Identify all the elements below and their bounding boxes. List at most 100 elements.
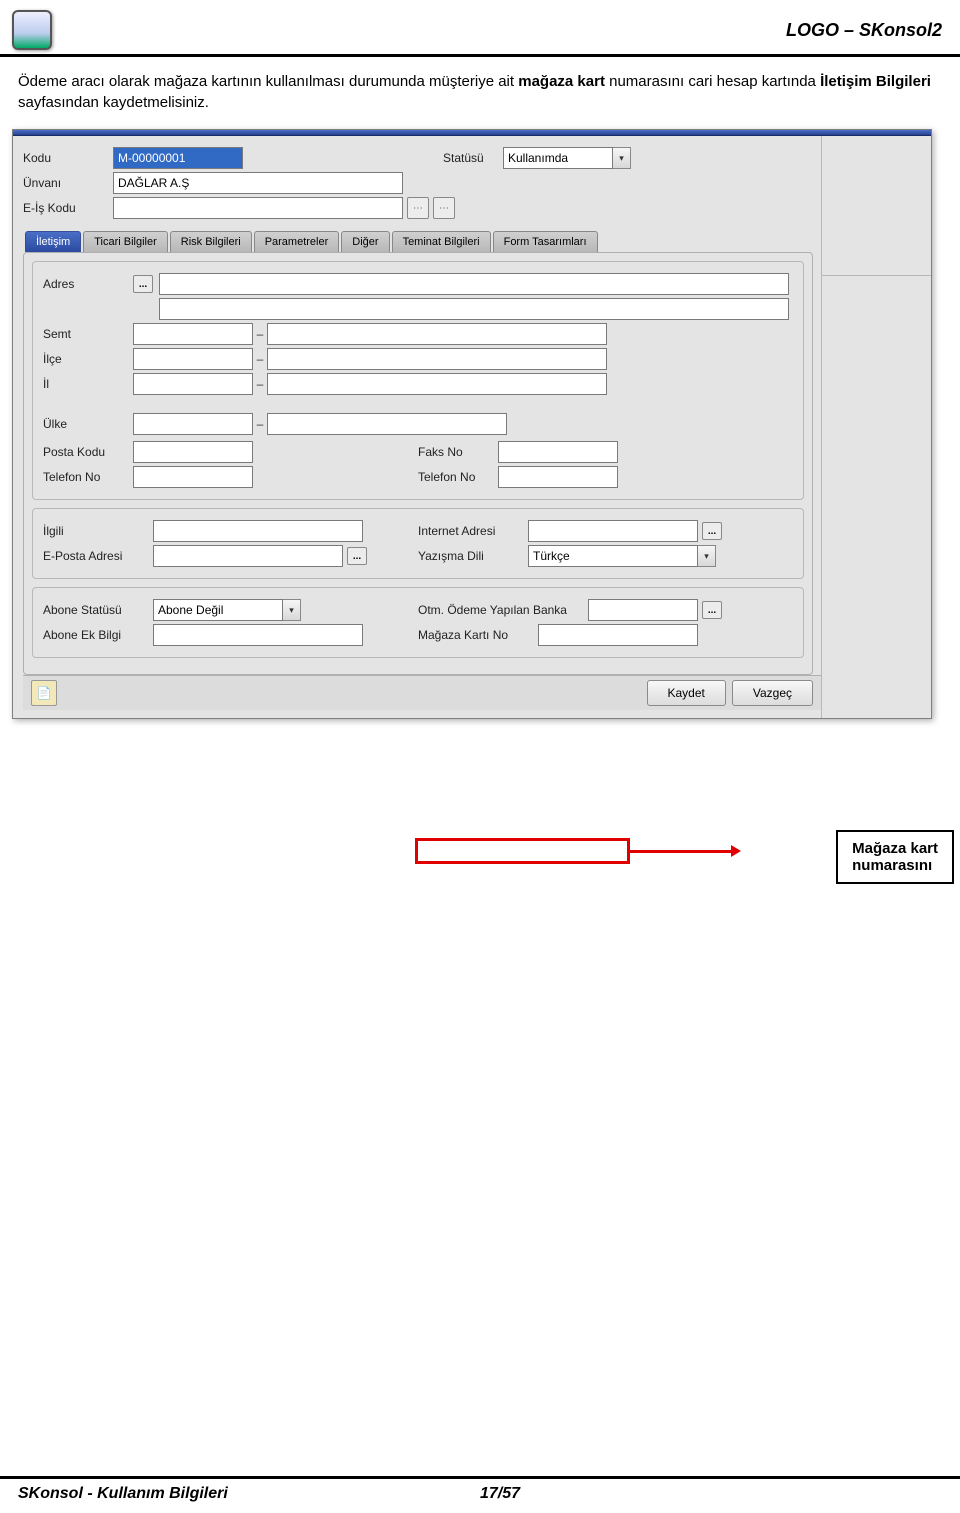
eposta-dots-button[interactable]: ... (347, 547, 367, 565)
tab-form-tasarimlari[interactable]: Form Tasarımları (493, 231, 598, 252)
body-text-b: numarasını cari hesap kartında (609, 73, 820, 90)
chevron-down-icon: ▾ (619, 153, 624, 164)
dots-icon: ... (708, 526, 716, 537)
tab-ticari-bilgiler[interactable]: Ticari Bilgiler (83, 231, 168, 252)
abone-statu-label: Abone Statüsü (43, 603, 153, 617)
chevron-down-icon: ▾ (289, 605, 294, 616)
sep: – (253, 377, 267, 391)
chevron-down-icon: ▾ (704, 551, 709, 562)
ulke-name-input[interactable] (267, 413, 507, 435)
callout-highlight-rect (415, 838, 630, 864)
unvan-label: Ünvanı (23, 176, 113, 190)
window-side-panel (821, 136, 931, 718)
dots-icon: ... (139, 279, 147, 290)
il-label: İl (43, 377, 133, 391)
adres-input-2[interactable] (159, 298, 789, 320)
eposta-label: E-Posta Adresi (43, 549, 153, 563)
tab-teminat-bilgileri[interactable]: Teminat Bilgileri (392, 231, 491, 252)
telefon2-input[interactable] (498, 466, 618, 488)
ilgili-input[interactable] (153, 520, 363, 542)
body-text-c: sayfasından kaydetmelisiniz. (18, 94, 209, 111)
dots-icon: ... (353, 551, 361, 562)
faks-input[interactable] (498, 441, 618, 463)
eis-input[interactable] (113, 197, 403, 219)
faks-label: Faks No (418, 445, 498, 459)
adres-dots-button[interactable]: ... (133, 275, 153, 293)
posta-label: Posta Kodu (43, 445, 133, 459)
semt-label: Semt (43, 327, 133, 341)
kodu-label: Kodu (23, 151, 113, 165)
abone-statu-dropdown[interactable]: ▾ (283, 599, 301, 621)
footer-left: SKonsol - Kullanım Bilgileri (18, 1485, 480, 1503)
body-text-a: Ödeme aracı olarak mağaza kartının kulla… (18, 73, 518, 90)
callout-box: Mağaza kart numarasını (836, 830, 954, 884)
tab-iletisim[interactable]: İletişim (25, 231, 81, 252)
callout-line2: numarasını (852, 857, 938, 874)
adres-input-1[interactable] (159, 273, 789, 295)
tab-diger[interactable]: Diğer (341, 231, 389, 252)
ilce-code-input[interactable] (133, 348, 253, 370)
internet-label: Internet Adresi (418, 524, 528, 538)
unvan-input[interactable] (113, 172, 403, 194)
tab-parametreler[interactable]: Parametreler (254, 231, 340, 252)
ulke-label: Ülke (43, 417, 133, 431)
app-window: Kodu Statüsü ▾ Ünvanı E-İş Kodu ⋯ ⋯ İlet… (12, 129, 932, 719)
internet-dots-button[interactable]: ... (702, 522, 722, 540)
kaydet-button[interactable]: Kaydet (647, 680, 726, 706)
ilce-label: İlçe (43, 352, 133, 366)
dil-label: Yazışma Dili (418, 549, 528, 563)
page-footer: SKonsol - Kullanım Bilgileri 17/57 (0, 1476, 960, 1503)
il-code-input[interactable] (133, 373, 253, 395)
magaza-kart-input[interactable] (538, 624, 698, 646)
semt-name-input[interactable] (267, 323, 607, 345)
ilgili-label: İlgili (43, 524, 153, 538)
header-title: LOGO – SKonsol2 (786, 20, 942, 41)
tab-content-iletisim: Adres ... Semt – (23, 252, 813, 675)
dil-input[interactable] (528, 545, 698, 567)
internet-input[interactable] (528, 520, 698, 542)
posta-input[interactable] (133, 441, 253, 463)
abone-ek-label: Abone Ek Bilgi (43, 628, 153, 642)
sep: – (253, 417, 267, 431)
side-panel-top (822, 136, 931, 276)
group-adres: Adres ... Semt – (32, 261, 804, 500)
footer-page-number: 17/57 (480, 1485, 942, 1503)
abone-ek-input[interactable] (153, 624, 363, 646)
body-text-bold2: İletişim Bilgileri (820, 73, 931, 90)
body-paragraph: Ödeme aracı olarak mağaza kartının kulla… (0, 57, 960, 123)
vazgec-button[interactable]: Vazgeç (732, 680, 813, 706)
tab-risk-bilgileri[interactable]: Risk Bilgileri (170, 231, 252, 252)
il-name-input[interactable] (267, 373, 607, 395)
telefon-label: Telefon No (43, 470, 133, 484)
eposta-input[interactable] (153, 545, 343, 567)
adres-label: Adres (43, 277, 133, 291)
window-footer: 📄 Kaydet Vazgeç (23, 675, 821, 710)
ulke-code-input[interactable] (133, 413, 253, 435)
dil-dropdown[interactable]: ▾ (698, 545, 716, 567)
otm-banka-dots-button[interactable]: ... (702, 601, 722, 619)
logo-icon (12, 10, 52, 50)
otm-banka-input[interactable] (588, 599, 698, 621)
kodu-input[interactable] (113, 147, 243, 169)
ilce-name-input[interactable] (267, 348, 607, 370)
group-abone: Abone Statüsü ▾ Abone Ek Bilgi O (32, 587, 804, 658)
notes-icon[interactable]: 📄 (31, 680, 57, 706)
semt-code-input[interactable] (133, 323, 253, 345)
otm-banka-label: Otm. Ödeme Yapılan Banka (418, 603, 588, 617)
abone-statu-input[interactable] (153, 599, 283, 621)
eis-lookup-2-button[interactable]: ⋯ (433, 197, 455, 219)
eis-lookup-1-button[interactable]: ⋯ (407, 197, 429, 219)
telefon-input[interactable] (133, 466, 253, 488)
tabs: İletişim Ticari Bilgiler Risk Bilgileri … (23, 231, 821, 252)
callout-arrow-line (628, 850, 733, 853)
group-ilgili: İlgili E-Posta Adresi ... Intern (32, 508, 804, 579)
sep: – (253, 352, 267, 366)
magaza-kart-label: Mağaza Kartı No (418, 628, 538, 642)
eis-label: E-İş Kodu (23, 201, 113, 215)
statu-dropdown[interactable]: ▾ (613, 147, 631, 169)
telefon2-label: Telefon No (418, 470, 498, 484)
statu-label: Statüsü (443, 151, 503, 165)
sep: – (253, 327, 267, 341)
dots-icon: ... (708, 605, 716, 616)
statu-input[interactable] (503, 147, 613, 169)
